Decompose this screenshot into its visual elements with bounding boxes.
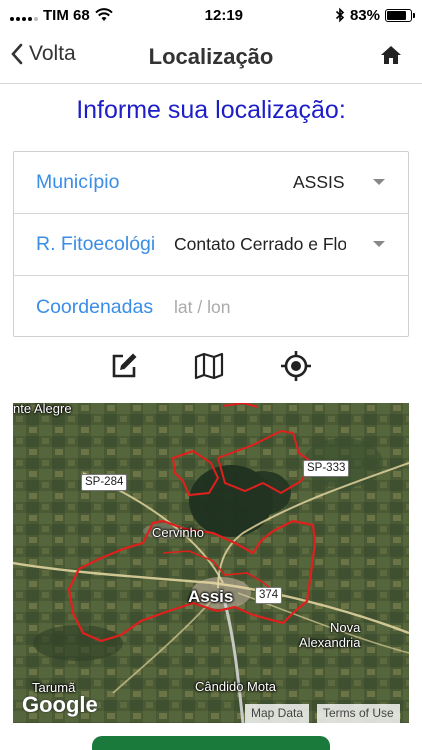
satellite-map[interactable]: nte Alegre SP-284 SP-333 Cervinho Assis … bbox=[13, 403, 409, 723]
back-button[interactable]: Volta bbox=[10, 42, 76, 66]
status-right: 83% bbox=[335, 6, 415, 24]
coordenadas-row: Coordenadas bbox=[14, 276, 408, 338]
status-time: 12:19 bbox=[204, 6, 244, 24]
municipio-select[interactable]: Município ASSIS bbox=[14, 152, 408, 214]
battery-fill bbox=[387, 10, 407, 20]
google-logo: Google bbox=[22, 692, 98, 717]
chevron-left-icon bbox=[11, 43, 23, 65]
place-label: Nova bbox=[330, 620, 361, 635]
battery-icon bbox=[385, 8, 415, 22]
confirm-button[interactable] bbox=[92, 736, 330, 750]
fitoecologica-label: R. Fitoecológica bbox=[36, 233, 154, 255]
fitoecologica-value: Contato Cerrado e Floresta bbox=[174, 234, 346, 254]
section-title: Informe sua localização: bbox=[76, 96, 346, 124]
coordenadas-label: Coordenadas bbox=[36, 295, 154, 318]
road-shield: SP-333 bbox=[303, 460, 350, 477]
carrier-name: TIM 68 bbox=[43, 6, 90, 24]
place-label: Cândido Mota bbox=[195, 679, 276, 694]
dropdown-caret-icon[interactable] bbox=[373, 179, 385, 185]
map-imagery bbox=[13, 403, 409, 723]
back-label: Volta bbox=[29, 42, 76, 65]
location-form: Município ASSIS R. Fitoecológica Contato… bbox=[13, 151, 409, 337]
page-title: Localização bbox=[148, 43, 274, 69]
battery-percent: 83% bbox=[349, 6, 380, 24]
edit-icon[interactable] bbox=[108, 350, 140, 382]
fitoecologica-select[interactable]: R. Fitoecológica Contato Cerrado e Flore… bbox=[14, 214, 408, 276]
navigation-bar: Volta Localização bbox=[0, 30, 422, 84]
road-shield: SP-284 bbox=[81, 474, 128, 491]
map-data-link[interactable]: Map Data bbox=[245, 704, 310, 723]
bluetooth-icon bbox=[335, 7, 345, 23]
status-left: TIM 68 bbox=[10, 7, 113, 24]
status-bar: TIM 68 12:19 83% bbox=[0, 0, 422, 30]
map-icon[interactable] bbox=[193, 350, 225, 382]
place-label: Cervinho bbox=[152, 525, 205, 540]
coordinates-input[interactable] bbox=[174, 292, 384, 322]
road-shield: 374 bbox=[255, 587, 283, 604]
terms-of-use-link[interactable]: Terms of Use bbox=[317, 704, 400, 723]
place-label: Alexandria bbox=[299, 635, 361, 650]
home-icon[interactable] bbox=[380, 44, 402, 66]
wifi-icon bbox=[94, 8, 113, 21]
gps-icon[interactable] bbox=[280, 350, 312, 382]
dropdown-caret-icon[interactable] bbox=[373, 241, 385, 247]
municipio-label: Município bbox=[36, 171, 120, 193]
place-label: nte Alegre bbox=[13, 403, 72, 416]
place-label: Assis bbox=[188, 587, 234, 606]
municipio-value: ASSIS bbox=[293, 172, 345, 192]
signal-icon bbox=[10, 9, 38, 21]
